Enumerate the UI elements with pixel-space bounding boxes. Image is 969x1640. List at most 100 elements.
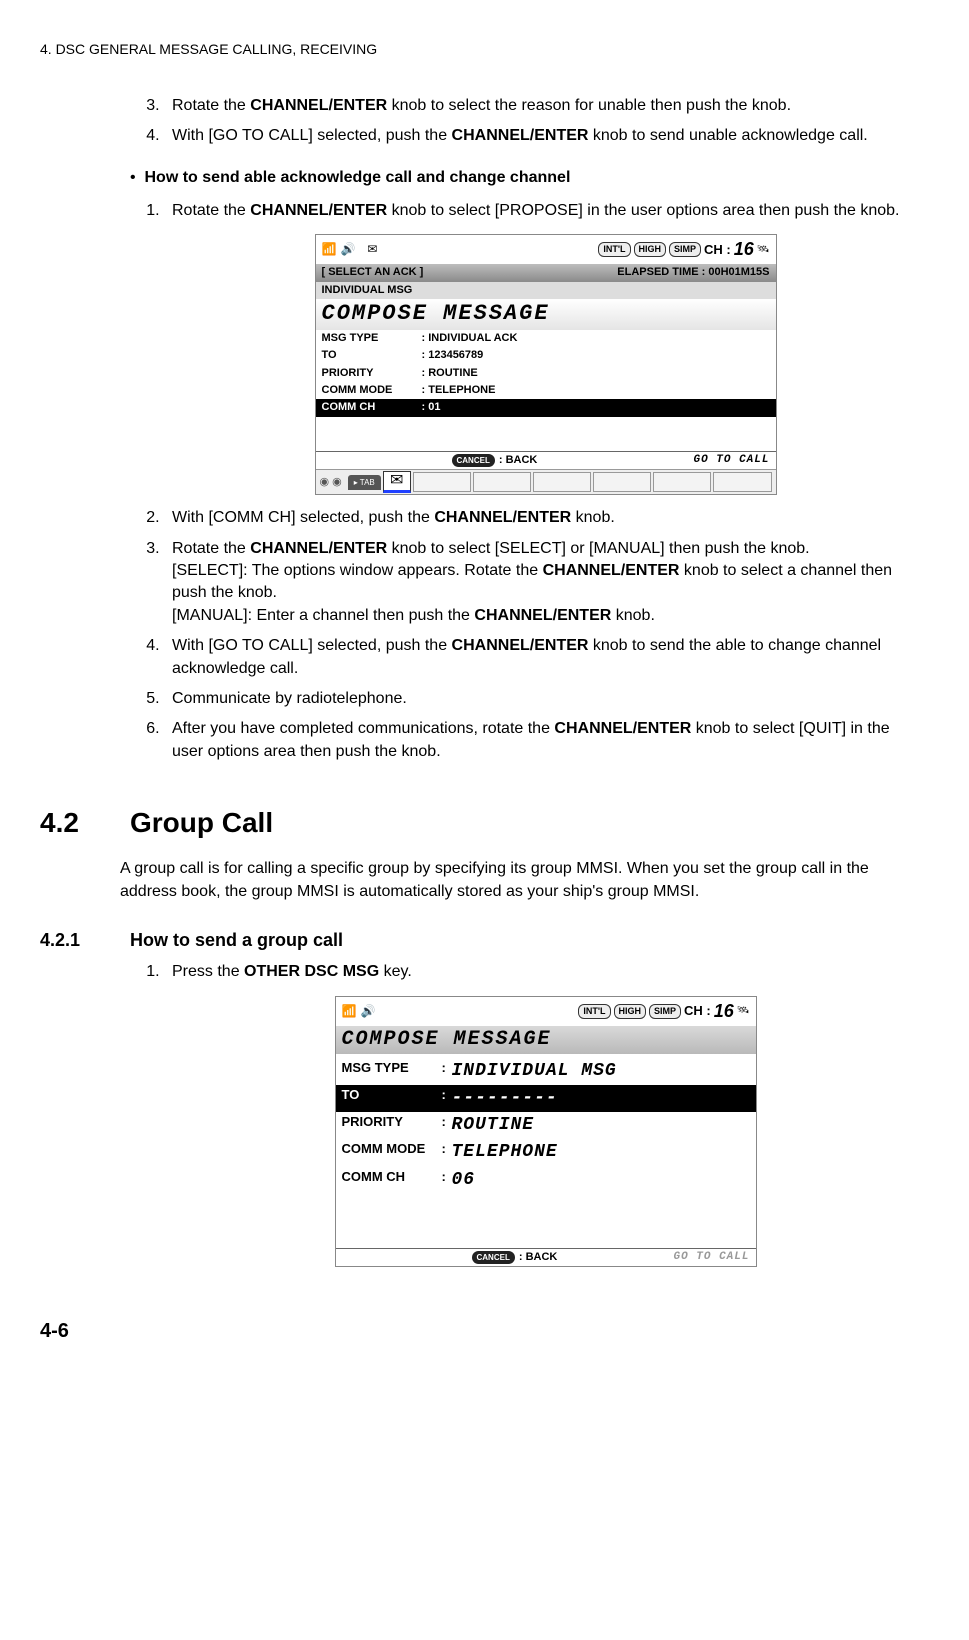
text-bold: CHANNEL/ENTER [434,509,571,526]
signal-icon: 📶 [342,1003,357,1020]
message-rows: MSG TYPE:INDIVIDUAL MSG TO:--------- PRI… [336,1054,756,1198]
gotocall-label-disabled: GO TO CALL [673,1250,749,1265]
tab-empty [473,472,531,492]
text-bold: CHANNEL/ENTER [543,562,680,579]
tab-pill[interactable]: ▸TAB [348,475,381,490]
row-commmode: COMM MODE:TELEPHONE [342,1139,750,1166]
text-bold: CHANNEL/ENTER [250,202,387,219]
status-bar-2: INDIVIDUAL MSG [316,282,776,299]
page-number: 4-6 [40,1317,919,1345]
step-b3: Rotate the CHANNEL/ENTER knob to select … [164,538,919,628]
text-bold: OTHER DSC MSG [244,963,379,980]
text-bold: CHANNEL/ENTER [474,607,611,624]
text: knob. [571,509,615,526]
steps-c: Press the OTHER DSC MSG key. 📶 🔊 INT'L H… [120,961,919,1267]
row-commmode: COMM MODE: TELEPHONE [322,382,770,399]
pill-simp: SIMP [649,1004,681,1019]
cancel-pill[interactable]: CANCEL [472,1251,515,1264]
step-a3: Rotate the CHANNEL/ENTER knob to select … [164,95,919,117]
section-intro: A group call is for calling a specific g… [120,858,919,903]
status-bar-1: [ SELECT AN ACK ] ELAPSED TIME : 00H01M1… [316,264,776,281]
envelope-icon: ✉ [390,470,403,492]
channel-number: 16 [734,237,754,262]
step-b6: After you have completed communications,… [164,718,919,763]
pill-intl: INT'L [578,1004,610,1019]
step-b5: Communicate by radiotelephone. [164,688,919,710]
subheading-text: How to send able acknowledge call and ch… [145,169,571,186]
text: knob. [611,607,655,624]
back-label: : BACK [519,1250,558,1265]
subheading-bullet: • How to send able acknowledge call and … [130,167,919,189]
pill-intl: INT'L [598,242,630,257]
signal-icon: 📶 [322,241,337,258]
indicator-dots: ◉ ◉ [320,475,342,490]
channel-number: 16 [714,999,734,1024]
cancel-pill[interactable]: CANCEL [452,454,495,467]
tab-empty [533,472,591,492]
footer-bar: CANCEL : BACK GO TO CALL [336,1248,756,1266]
text: knob to select the reason for unable the… [387,97,791,114]
step-c1: Press the OTHER DSC MSG key. 📶 🔊 INT'L H… [164,961,919,1267]
text: After you have completed communications,… [172,720,554,737]
text: Press the [172,963,244,980]
device-screenshot-2: 📶 🔊 INT'L HIGH SIMP CH : 16 🛰 COMPOSE ME… [335,996,757,1268]
subsection-heading: 4.2.1How to send a group call [40,928,919,953]
text-bold: CHANNEL/ENTER [554,720,691,737]
row-priority: PRIORITY: ROUTINE [322,365,770,382]
message-rows: MSG TYPE: INDIVIDUAL ACK TO: 123456789 P… [316,330,776,417]
tab-empty [713,472,771,492]
page-header: 4. DSC GENERAL MESSAGE CALLING, RECEIVIN… [40,40,919,60]
step-b4: With [GO TO CALL] selected, push the CHA… [164,635,919,680]
status-left: [ SELECT AN ACK ] [322,265,424,280]
pill-high: HIGH [614,1004,647,1019]
speaker-icon: 🔊 [360,1003,375,1020]
compose-title: COMPOSE MESSAGE [336,1026,756,1054]
row-msgtype: MSG TYPE:INDIVIDUAL MSG [342,1058,750,1085]
speaker-icon: 🔊 [340,241,355,258]
device-screenshot-1: 📶 🔊 ✉ INT'L HIGH SIMP CH : 16 🛰 [ SELECT… [315,234,777,495]
text: [SELECT]: The options window appears. Ro… [172,562,543,579]
text: key. [379,963,412,980]
text: knob to select [PROPOSE] in the user opt… [387,202,899,219]
pill-high: HIGH [634,242,667,257]
tab-envelope[interactable]: ✉ [383,471,411,493]
text: Rotate the [172,97,250,114]
text: knob to select [SELECT] or [MANUAL] then… [387,540,809,557]
section-number: 4.2 [40,803,130,842]
pill-simp: SIMP [669,242,701,257]
text-bold: CHANNEL/ENTER [250,97,387,114]
sat-icon: 🛰 [737,1004,750,1018]
text: [MANUAL]: Enter a channel then push the [172,607,474,624]
row-commch: COMM CH:06 [342,1167,750,1194]
steps-b: Rotate the CHANNEL/ENTER knob to select … [120,200,919,763]
compose-title: COMPOSE MESSAGE [316,299,776,330]
steps-a: Rotate the CHANNEL/ENTER knob to select … [120,95,919,148]
text: knob to send unable acknowledge call. [588,127,867,144]
row-priority: PRIORITY:ROUTINE [342,1112,750,1139]
row-to-selected[interactable]: TO:--------- [336,1085,756,1112]
text: Rotate the [172,202,250,219]
tab-empty [653,472,711,492]
section-heading: 4.2Group Call [40,803,919,842]
tab-empty [593,472,651,492]
text-bold: CHANNEL/ENTER [452,127,589,144]
titlebar: 📶 🔊 INT'L HIGH SIMP CH : 16 🛰 [336,997,756,1026]
status-right: ELAPSED TIME : 00H01M15S [617,265,769,280]
footer-bar: CANCEL : BACK GO TO CALL [316,451,776,469]
row-commch-selected[interactable]: COMM CH: 01 [316,399,776,416]
subsection-title: How to send a group call [130,930,343,950]
text: With [GO TO CALL] selected, push the [172,127,452,144]
subsection-number: 4.2.1 [40,928,130,953]
step-b2: With [COMM CH] selected, push the CHANNE… [164,507,919,529]
sat-icon: 🛰 [757,243,770,257]
back-label: : BACK [499,453,538,468]
step-b1: Rotate the CHANNEL/ENTER knob to select … [164,200,919,496]
envelope-icon: ✉ [367,241,377,258]
gotocall-label[interactable]: GO TO CALL [693,453,769,468]
tab-empty [413,472,471,492]
channel-label: CH : [684,1002,711,1020]
channel-label: CH : [704,241,731,259]
text: With [COMM CH] selected, push the [172,509,434,526]
text-bold: CHANNEL/ENTER [452,637,589,654]
text: Rotate the [172,540,250,557]
